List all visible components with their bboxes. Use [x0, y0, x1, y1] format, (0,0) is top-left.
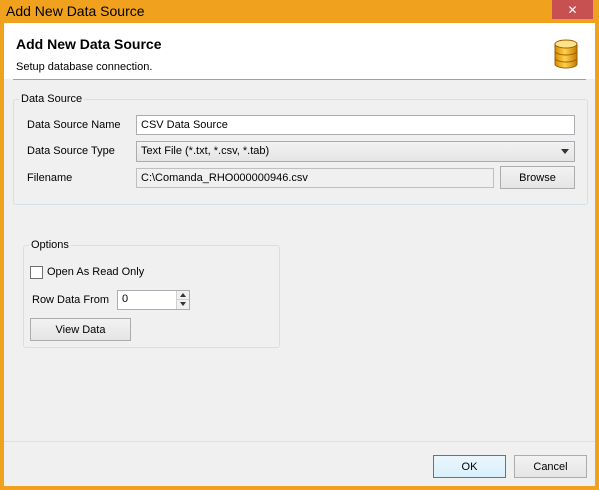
data-source-group-label: Data Source [21, 93, 83, 105]
data-source-type-label: Data Source Type [27, 145, 115, 157]
row-data-from-value: 0 [122, 293, 129, 305]
data-source-type-select[interactable]: Text File (*.txt, *.csv, *.tab) [136, 141, 575, 162]
spin-down-icon[interactable] [176, 300, 189, 309]
spin-up-icon[interactable] [176, 291, 189, 300]
dialog-subheading: Setup database connection. [16, 61, 153, 73]
database-icon [554, 39, 578, 69]
data-source-name-input[interactable]: CSV Data Source [136, 115, 575, 135]
cancel-button[interactable]: Cancel [514, 455, 587, 478]
title-bar[interactable]: Add New Data Source ✕ [0, 0, 599, 23]
options-group-label: Options [31, 239, 69, 251]
add-data-source-window: Add New Data Source ✕ Add New Data Sourc… [0, 0, 599, 490]
ok-button[interactable]: OK [433, 455, 506, 478]
browse-button[interactable]: Browse [500, 166, 575, 189]
view-data-button[interactable]: View Data [30, 318, 131, 341]
chevron-down-icon [561, 149, 569, 154]
row-data-from-label: Row Data From [32, 294, 110, 306]
close-button[interactable]: ✕ [552, 0, 593, 19]
data-source-type-value: Text File (*.txt, *.csv, *.tab) [141, 145, 270, 157]
dialog-client-area: Add New Data Source Setup database conne… [4, 23, 595, 486]
filename-label: Filename [27, 172, 73, 184]
row-data-from-stepper[interactable]: 0 [117, 290, 190, 310]
dialog-heading: Add New Data Source [16, 36, 162, 52]
open-read-only-checkbox[interactable] [30, 266, 43, 279]
close-icon: ✕ [567, 2, 578, 17]
data-source-name-label: Data Source Name [27, 119, 121, 131]
filename-input[interactable]: C:\Comanda_RHO000000946.csv [136, 168, 494, 188]
open-read-only-label[interactable]: Open As Read Only [47, 266, 144, 278]
dialog-header: Add New Data Source Setup database conne… [4, 23, 595, 79]
header-divider [13, 79, 586, 80]
footer-divider [4, 441, 595, 442]
window-title: Add New Data Source [6, 3, 145, 19]
